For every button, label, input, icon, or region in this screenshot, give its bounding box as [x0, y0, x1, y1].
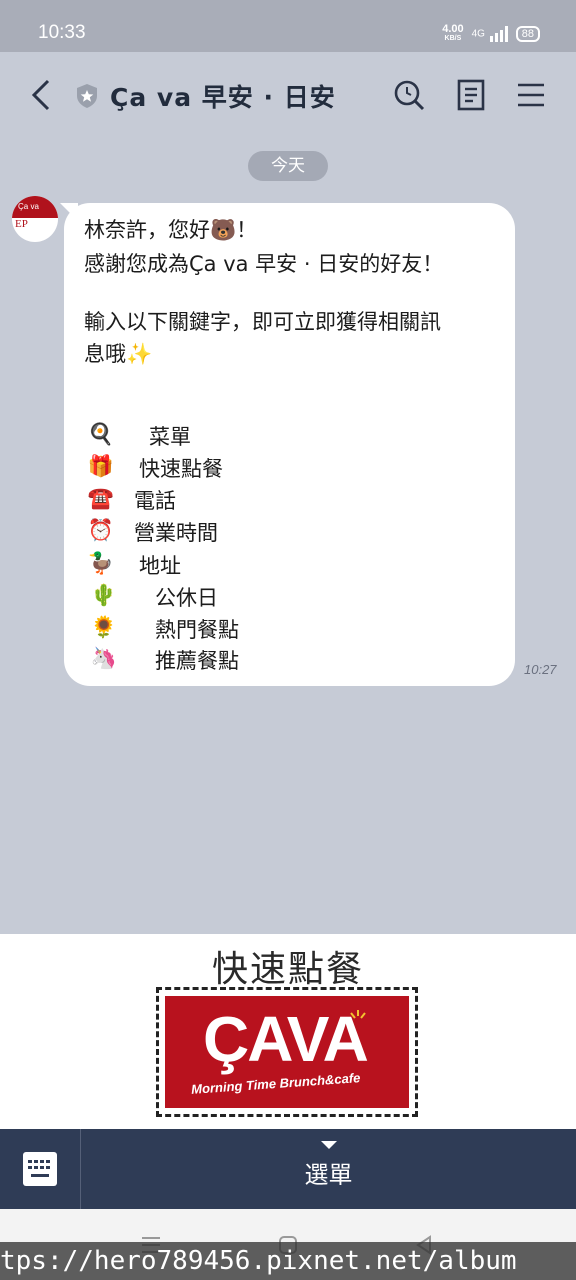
- notes-icon[interactable]: [454, 78, 488, 112]
- unicorn-emoji-icon: 🦄: [90, 646, 118, 670]
- watermark: tps://hero789456.pixnet.net/album: [0, 1242, 576, 1280]
- keyword-label: 推薦餐點: [155, 649, 239, 673]
- duck-emoji-icon: 🦆: [87, 551, 115, 575]
- cactus-emoji-icon: 🌵: [90, 583, 118, 607]
- avatar-label: Ça va: [18, 202, 39, 211]
- message-line-4: 息哦✨: [84, 338, 152, 368]
- bear-emoji-icon: 🐻: [210, 218, 237, 242]
- menu-label: 選單: [304, 1161, 353, 1189]
- frying-pan-emoji-icon: 🍳: [87, 422, 115, 446]
- keyword-item: 🦄 推薦餐點: [86, 645, 386, 675]
- alarm-clock-emoji-icon: ⏰: [87, 518, 115, 542]
- status-bar: 10:33 4.00 KB/S 4G 88: [0, 0, 576, 52]
- network-speed-unit: KB/S: [444, 35, 462, 42]
- logo-text: ÇAVA: [203, 1003, 369, 1075]
- message-line-2: 感謝您成為Ça va 早安 · 日安的好友！: [84, 252, 444, 276]
- keyword-item: 🎁 快速點餐: [86, 453, 386, 483]
- network-speed-value: 4.00: [442, 23, 464, 35]
- signal-label: 4G: [471, 28, 485, 40]
- hamburger-icon[interactable]: [514, 78, 548, 112]
- keyword-item: 🦆 地址: [86, 550, 386, 580]
- rich-menu-quick-order[interactable]: 快速點餐 ÇAVA Morning Time Brunch&cafe: [0, 934, 576, 1129]
- gift-emoji-icon: 🎁: [87, 454, 115, 478]
- avatar-sub-label: EP: [15, 218, 28, 230]
- sparkle-icon: [350, 1010, 366, 1019]
- greeting-end: ！: [236, 218, 258, 242]
- keyboard-icon: [23, 1152, 57, 1186]
- keyword-item: ⏰ 營業時間: [86, 517, 386, 547]
- rich-menu-title: 快速點餐: [211, 949, 364, 990]
- keyword-label: 地址: [139, 554, 181, 578]
- telephone-emoji-icon: ☎️: [87, 486, 115, 510]
- keyword-item: 🍳 菜單: [86, 421, 386, 451]
- chat-header: Ça va 早安 · 日安: [0, 52, 576, 138]
- sparkles-emoji-icon: ✨: [126, 342, 153, 366]
- keyboard-button[interactable]: [0, 1129, 81, 1209]
- signal-icon: 4G: [472, 26, 508, 42]
- avatar[interactable]: Ça va EP: [12, 196, 58, 242]
- caret-down-icon: [321, 1141, 337, 1149]
- cava-logo: ÇAVA Morning Time Brunch&cafe: [165, 996, 409, 1108]
- back-arrow-icon[interactable]: [28, 78, 54, 112]
- search-icon[interactable]: [392, 78, 426, 112]
- message-line-4-text: 息哦: [84, 342, 126, 366]
- date-chip: 今天: [248, 151, 328, 181]
- message-line-1: 林奈許，您好🐻！: [84, 214, 257, 244]
- keyword-item: ☎️ 電話: [86, 485, 386, 515]
- keyword-label: 熱門餐點: [155, 618, 239, 642]
- message-line-3: 輸入以下關鍵字，即可立即獲得相關訊: [84, 310, 441, 334]
- greeting-text: 林奈許，您好: [84, 218, 210, 242]
- chat-title: Ça va 早安 · 日安: [110, 83, 336, 112]
- keyword-label: 公休日: [155, 586, 218, 610]
- logo-frame: ÇAVA Morning Time Brunch&cafe: [156, 987, 418, 1117]
- keyword-label: 營業時間: [134, 521, 218, 545]
- sunflower-emoji-icon: 🌻: [90, 615, 118, 639]
- keyword-item: 🌵 公休日: [86, 582, 386, 612]
- network-speed: 4.00 KB/S: [442, 24, 463, 44]
- keyword-label: 電話: [134, 489, 176, 513]
- keyword-label: 快速點餐: [139, 457, 223, 481]
- status-indicators: 4.00 KB/S 4G 88: [442, 24, 540, 44]
- bottom-bar: 選單: [0, 1129, 576, 1209]
- battery-icon: 88: [515, 26, 540, 42]
- status-time: 10:33: [38, 22, 86, 43]
- keyword-item: 🌻 熱門餐點: [86, 614, 386, 644]
- menu-toggle-button[interactable]: 選單: [81, 1129, 576, 1209]
- official-badge-icon: [77, 84, 97, 108]
- message-time: 10:27: [524, 662, 557, 677]
- keyword-label: 菜單: [149, 425, 191, 449]
